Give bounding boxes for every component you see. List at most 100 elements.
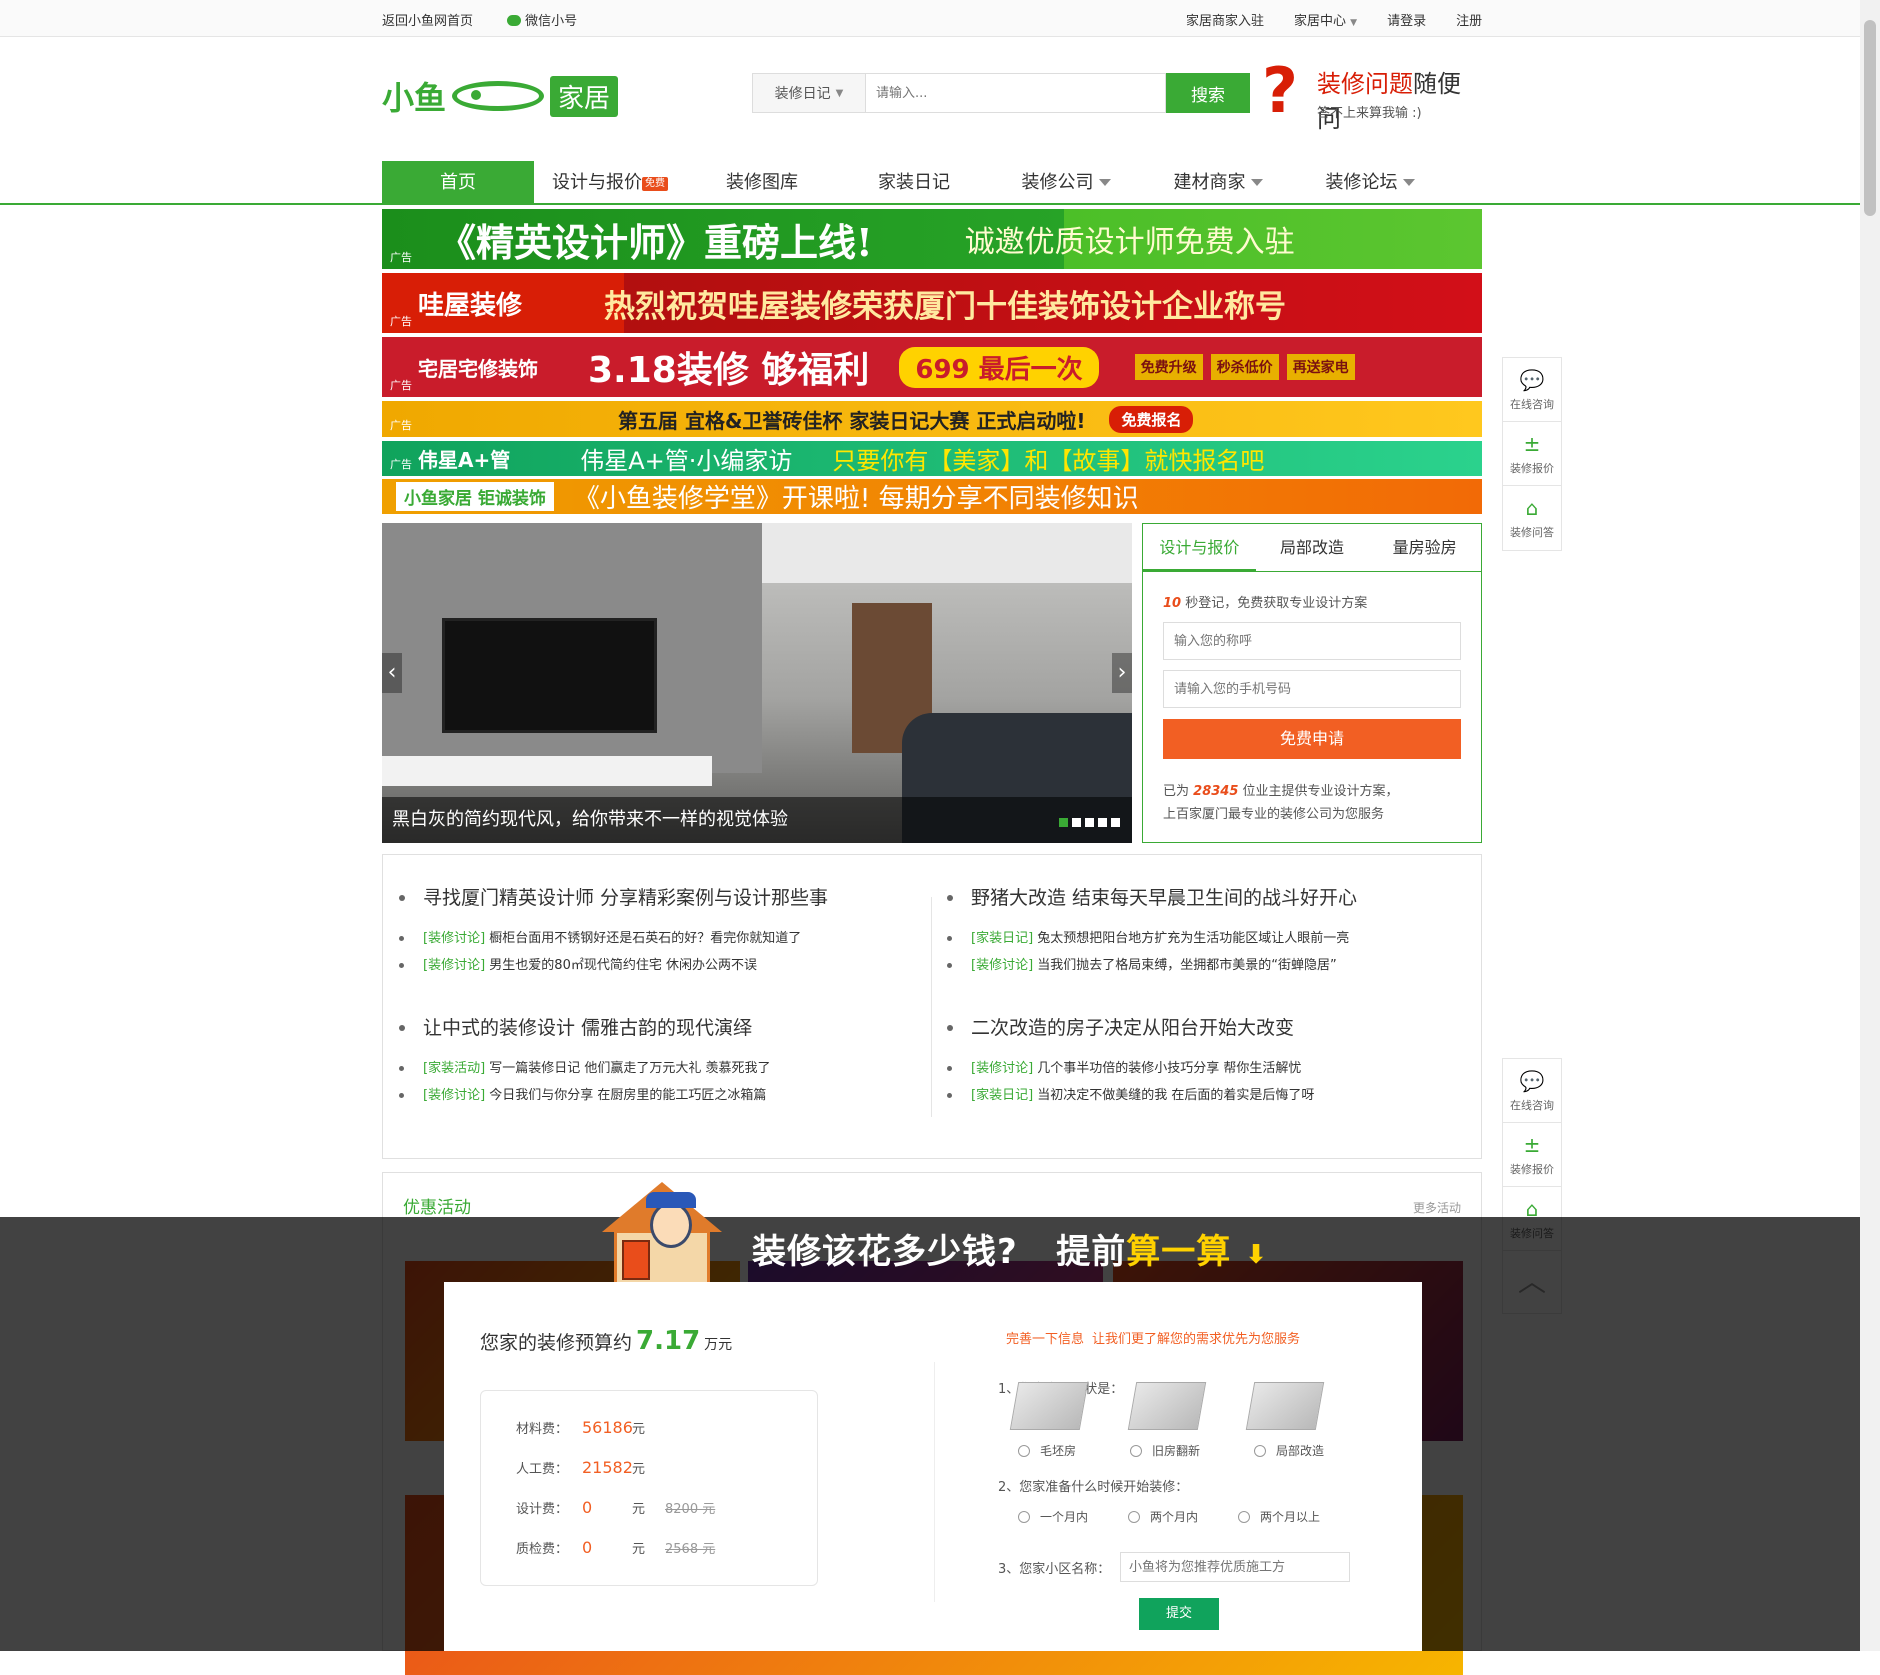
side-quote-button[interactable]: ± 装修报价 [1503,1123,1561,1187]
news-item[interactable]: [装修讨论] 橱柜台面用不锈钢好还是石英石的好？看完你就知道了 [383,925,883,952]
slider-dot[interactable] [1098,818,1107,827]
ad-brand: 宅居宅修装饰 [418,356,538,381]
news-item[interactable]: [装修讨论] 男生也爱的80㎡现代简约住宅 休闲办公两不误 [383,952,883,979]
hero-slider[interactable]: ‹ › 黑白灰的简约现代风，给你带来不一样的视觉体验 [382,523,1132,843]
news-category[interactable]: [家装活动] [423,1061,485,1076]
ad-banner-weixing[interactable]: 伟星A+管 伟星A+管·小编家访 只要你有【美家】和【故事】就快报名吧 广告 [382,441,1482,476]
slider-dots [1059,818,1120,827]
news-category[interactable]: [装修讨论] [971,958,1033,973]
option-one-month[interactable]: 一个月内 [1018,1508,1088,1525]
option-two-months[interactable]: 两个月内 [1128,1508,1198,1525]
cost-unit: 元 [632,1462,646,1477]
tab-house-inspection[interactable]: 量房验房 [1368,524,1481,571]
search-type-select[interactable]: 装修日记 ▼ [752,73,866,113]
modal-divider [934,1362,935,1602]
search-button[interactable]: 搜索 [1166,73,1250,113]
tab-design-quote[interactable]: 设计与报价 [1143,524,1256,572]
side-qa-button[interactable]: ⌂ 装修问答 [1503,486,1561,550]
search-input[interactable] [866,73,1166,113]
slider-dot[interactable] [1072,818,1081,827]
news-item[interactable]: [家装日记] 当初决定不做美缝的我 在后面的着实是后悔了呀 [931,1082,1431,1109]
tab-partial-renovation[interactable]: 局部改造 [1256,524,1369,571]
news-headline[interactable]: 让中式的装修设计 儒雅古韵的现代演绎 [383,1015,883,1041]
radio-icon[interactable] [1128,1510,1141,1523]
news-item[interactable]: [装修讨论] 几个事半功倍的装修小技巧分享 帮你生活解忧 [931,1055,1431,1082]
ad-signup-button: 免费报名 [1109,405,1194,433]
news-group: 寻找厦门精英设计师 分享精彩案例与设计那些事 [装修讨论] 橱柜台面用不锈钢好还… [383,885,883,979]
ad-banner-wawu[interactable]: 哇屋装修 热烈祝贺哇屋装修荣获厦门十佳装饰设计企业称号 广告 [382,273,1482,333]
site-logo[interactable]: 小鱼 家居 [382,72,619,120]
side-consult-button[interactable]: 💬 在线咨询 [1503,358,1561,422]
scrollbar-thumb[interactable] [1864,20,1876,216]
nav-diary[interactable]: 家装日记 [838,161,990,204]
option-over-two-months[interactable]: 两个月以上 [1238,1508,1320,1525]
slider-dot[interactable] [1111,818,1120,827]
rough-house-image[interactable] [1009,1382,1089,1430]
nav-merchants[interactable]: 建材商家 [1142,161,1294,204]
ad-banner-school[interactable]: 小鱼家居 钜诚装饰 《小鱼装修学堂》开课啦! 每期分享不同装修知识 [382,479,1482,514]
apply-button[interactable]: 免费申请 [1163,719,1461,759]
page-scrollbar[interactable] [1860,0,1880,1651]
radio-icon[interactable] [1254,1444,1267,1457]
nav-label: 设计与报价 [552,172,642,193]
nav-forum[interactable]: 装修论坛 [1294,161,1446,204]
community-input[interactable] [1120,1552,1350,1582]
news-category[interactable]: [装修讨论] [971,1061,1033,1076]
news-category[interactable]: [装修讨论] [423,1088,485,1103]
slider-dot[interactable] [1085,818,1094,827]
news-item[interactable]: [装修讨论] 今日我们与你分享 在厨房里的能工巧匠之冰箱篇 [383,1082,883,1109]
radio-icon[interactable] [1130,1444,1143,1457]
register-link[interactable]: 注册 [1456,10,1482,29]
news-headline[interactable]: 野猪大改造 结束每天早晨卫生间的战斗好开心 [931,885,1431,911]
radio-icon[interactable] [1238,1510,1251,1523]
ask-title-highlight: 装修问题 [1317,70,1413,98]
option-rough-house[interactable]: 毛坯房 [1018,1442,1076,1459]
submit-button[interactable]: 提交 [1139,1598,1219,1630]
cost-label: 设计费： [516,1502,569,1517]
radio-icon[interactable] [1018,1444,1030,1457]
old-house-image[interactable] [1127,1382,1207,1430]
ad-banner-designer[interactable]: 《精英设计师》重磅上线! 诚邀优质设计师免费入驻 广告 [382,209,1482,269]
nav-design-quote[interactable]: 设计与报价 免费 [534,161,686,204]
news-category[interactable]: [装修讨论] [423,958,485,973]
ad-banner-diary-contest[interactable]: 第五届 宜格&卫誉砖佳杯 家装日记大赛 正式启动啦! 免费报名 广告 [382,401,1482,437]
nav-label: 装修公司 [1021,172,1094,193]
side-consult-button[interactable]: 💬 在线咨询 [1503,1059,1561,1123]
ad-banner-zhaiju[interactable]: 宅居宅修装饰 3.18装修 够福利 699 最后一次 免费升级 秒杀低价 再送家… [382,337,1482,397]
side-quote-button[interactable]: ± 装修报价 [1503,422,1561,486]
news-item-text: 当我们抛去了格局束缚，坐拥都市美景的“街蝉隐居” [1037,958,1337,973]
slider-dot[interactable] [1059,818,1068,827]
option-partial[interactable]: 局部改造 [1254,1442,1324,1459]
login-link[interactable]: 请登录 [1387,10,1426,29]
wechat-link[interactable]: 微信小号 [507,14,607,29]
nav-label: 建材商家 [1173,172,1246,193]
home-center-label: 家居中心 [1294,14,1347,29]
slide-cabinet [382,756,712,786]
name-field[interactable] [1163,622,1461,660]
news-item[interactable]: [装修讨论] 当我们抛去了格局束缚，坐拥都市美景的“街蝉隐居” [931,952,1431,979]
option-old-house[interactable]: 旧房翻新 [1130,1442,1200,1459]
home-center-menu[interactable]: 家居中心 ▼ [1294,10,1357,29]
merchant-link[interactable]: 家居商家入驻 [1186,10,1264,29]
news-headline[interactable]: 二次改造的房子决定从阳台开始大改变 [931,1015,1431,1041]
more-promotions-link[interactable]: 更多活动 [1413,1199,1461,1216]
news-category[interactable]: [家装日记] [971,1088,1033,1103]
ad-brand: 哇屋装修 [418,290,523,321]
news-category[interactable]: [家装日记] [971,931,1033,946]
news-item[interactable]: [家装活动] 写一篇装修日记 他们赢走了万元大礼 羡慕死我了 [383,1055,883,1082]
option-label: 两个月内 [1150,1510,1199,1524]
radio-icon[interactable] [1018,1510,1030,1523]
nav-home[interactable]: 首页 [382,161,534,204]
news-headline[interactable]: 寻找厦门精英设计师 分享精彩案例与设计那些事 [383,885,883,911]
slider-next-button[interactable]: › [1112,653,1132,693]
slider-prev-button[interactable]: ‹ [382,653,402,693]
ask-question-banner[interactable]: ? 装修问题随便问 答不上来算我输 :) [1262,56,1484,134]
phone-field[interactable] [1163,670,1461,708]
home-link[interactable]: 返回小鱼网首页 [382,14,473,29]
partial-renovation-image[interactable] [1245,1382,1325,1430]
news-item[interactable]: [家装日记] 兔太预想把阳台地方扩充为生活功能区域让人眼前一亮 [931,925,1431,952]
nav-gallery[interactable]: 装修图库 [686,161,838,204]
news-category[interactable]: [装修讨论] [423,931,485,946]
nav-companies[interactable]: 装修公司 [990,161,1142,204]
nav-label: 首页 [440,172,476,193]
